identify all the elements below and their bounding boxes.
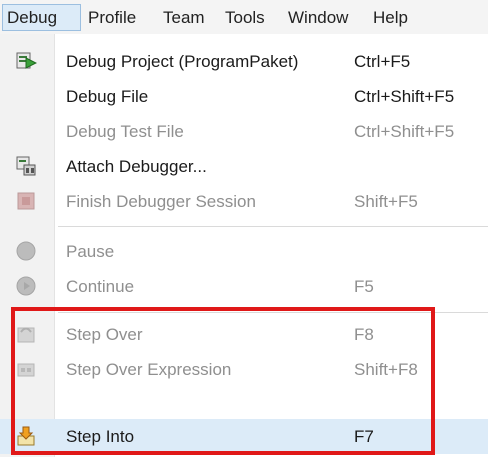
debug-menu-dropdown: Debug Project (ProgramPaket) Ctrl+F5 Deb… <box>0 34 488 457</box>
menu-item-label: Continue <box>66 277 135 296</box>
menu-item-continue[interactable]: Continue F5 <box>0 269 488 304</box>
menu-item-pause[interactable]: Pause <box>0 234 488 269</box>
attach-debugger-icon <box>15 155 37 177</box>
menu-item-label: Debug Project (ProgramPaket) <box>66 52 299 71</box>
shortcut-label: Shift+F8 <box>354 360 418 379</box>
menu-item-label: Step Over <box>66 325 143 344</box>
shortcut-label: Ctrl+F5 <box>354 52 411 71</box>
menu-window[interactable]: Window <box>288 4 348 31</box>
shortcut-label: Ctrl+Shift+F5 <box>354 87 455 106</box>
menu-item-label: Step Into <box>66 427 135 446</box>
menu-item-label: Pause <box>66 242 115 261</box>
debug-project-icon <box>15 50 38 72</box>
step-into-icon <box>15 425 37 447</box>
shortcut-label: F7 <box>354 427 374 446</box>
menu-separator <box>58 312 488 313</box>
step-over-icon <box>15 323 37 345</box>
menu-item-step-into[interactable]: Step Into F7 <box>0 419 488 454</box>
menu-item-label: Step Over Expression <box>66 360 232 379</box>
menu-team[interactable]: Team <box>163 4 205 31</box>
finish-session-icon <box>15 190 37 212</box>
menu-tools[interactable]: Tools <box>225 4 265 31</box>
menu-item-debug-project[interactable]: Debug Project (ProgramPaket) Ctrl+F5 <box>0 44 488 79</box>
menu-item-attach-debugger[interactable]: Attach Debugger... <box>0 149 488 184</box>
menu-separator <box>58 226 488 227</box>
menu-item-label: Attach Debugger... <box>66 157 207 176</box>
menu-item-label: Debug Test File <box>66 122 184 141</box>
continue-icon <box>15 275 37 297</box>
menu-item-debug-test-file[interactable]: Debug Test File Ctrl+Shift+F5 <box>0 114 488 149</box>
shortcut-label: F5 <box>354 277 374 296</box>
menu-item-label: Finish Debugger Session <box>66 192 256 211</box>
menu-debug[interactable]: Debug <box>2 4 81 31</box>
menu-item-debug-file[interactable]: Debug File Ctrl+Shift+F5 <box>0 79 488 114</box>
menu-item-label: Debug File <box>66 87 149 106</box>
shortcut-label: Shift+F5 <box>354 192 418 211</box>
menu-item-step-over[interactable]: Step Over F8 <box>0 317 488 352</box>
pause-icon <box>15 240 37 262</box>
menu-bar: Debug Profile Team Tools Window Help <box>0 0 488 35</box>
shortcut-label: Ctrl+Shift+F5 <box>354 122 455 141</box>
menu-help[interactable]: Help <box>373 4 408 31</box>
menu-profile[interactable]: Profile <box>88 4 136 31</box>
menu-item-step-over-expression[interactable]: Step Over Expression Shift+F8 <box>0 352 488 387</box>
step-over-expression-icon <box>15 358 37 380</box>
menu-item-finish-debugger-session[interactable]: Finish Debugger Session Shift+F5 <box>0 184 488 219</box>
shortcut-label: F8 <box>354 325 374 344</box>
